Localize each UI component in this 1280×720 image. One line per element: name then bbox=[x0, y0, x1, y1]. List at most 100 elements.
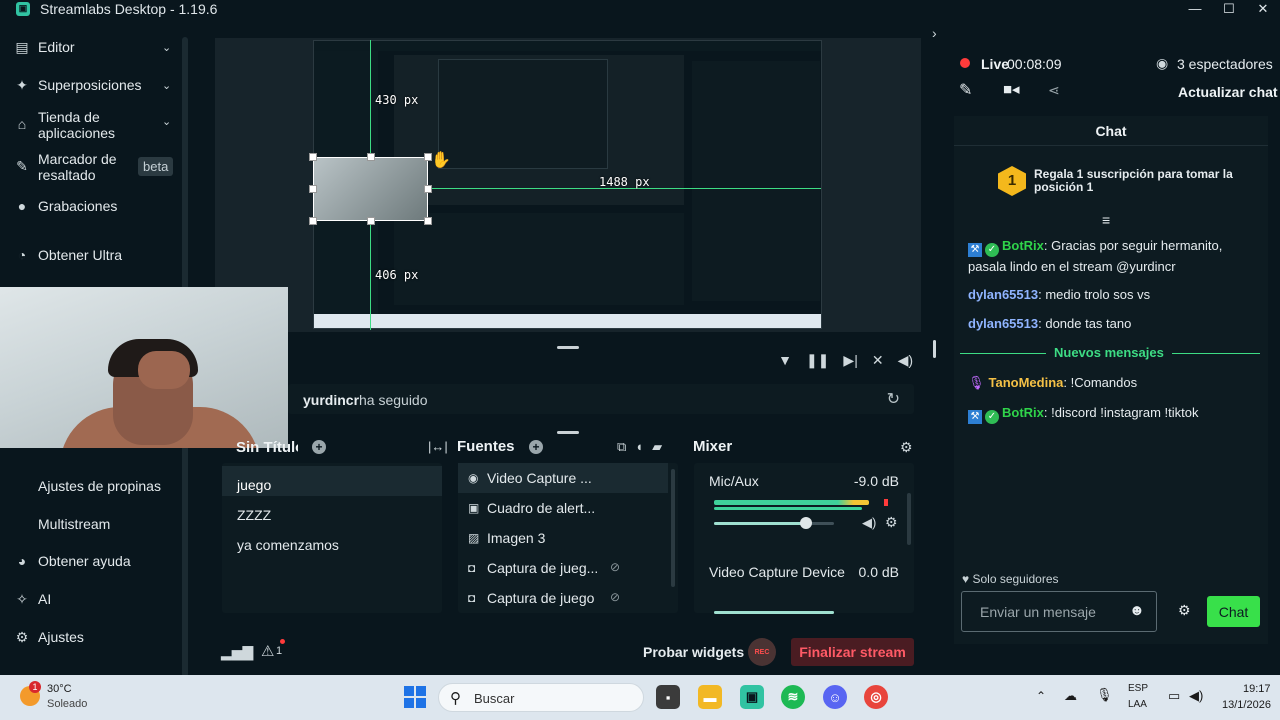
folder-icon[interactable]: ▰ bbox=[652, 439, 662, 455]
weather-temp[interactable]: 30°C bbox=[47, 683, 72, 695]
clock-time[interactable]: 19:17 bbox=[1243, 683, 1271, 695]
network-icon[interactable]: ▭ bbox=[1168, 688, 1180, 704]
discord-icon[interactable]: ☺ bbox=[823, 685, 847, 709]
chevron-up-icon[interactable]: ⌃ bbox=[1036, 689, 1046, 703]
mixer-scrollbar[interactable] bbox=[907, 493, 911, 545]
resize-handle[interactable] bbox=[309, 153, 317, 161]
alert-icon[interactable]: ⚠ bbox=[261, 642, 274, 660]
volume-slider-knob[interactable] bbox=[800, 517, 812, 529]
scene-transitions-icon[interactable]: |↔| bbox=[428, 439, 448, 454]
keyboard-layout[interactable]: LAA bbox=[1128, 699, 1147, 710]
send-chat-button[interactable]: Chat bbox=[1207, 596, 1260, 627]
source-item[interactable]: ▣ Cuadro de alert... bbox=[458, 493, 668, 523]
audio-sources-icon[interactable]: ◖ bbox=[635, 439, 643, 455]
collapse-icon[interactable]: ≡ bbox=[1102, 212, 1110, 228]
volume-icon[interactable]: ◀) bbox=[862, 515, 876, 531]
end-stream-button[interactable]: Finalizar stream bbox=[791, 638, 914, 666]
resize-handle[interactable] bbox=[309, 185, 317, 193]
channel-settings-icon[interactable]: ⚙ bbox=[885, 514, 898, 531]
windows-start-icon[interactable] bbox=[404, 686, 426, 708]
scene-item[interactable]: ZZZZ bbox=[222, 496, 442, 526]
pause-icon[interactable]: ❚❚ bbox=[806, 352, 829, 369]
add-scene-button[interactable]: + bbox=[312, 440, 326, 454]
sidebar-item-tips[interactable]: Ajustes de propinas bbox=[0, 477, 182, 495]
file-explorer-icon[interactable]: ▬ bbox=[698, 685, 722, 709]
source-item[interactable]: ◘ Captura de jueg... ⊘ bbox=[458, 553, 668, 583]
mute-alerts-icon[interactable]: ✕ bbox=[872, 352, 884, 369]
camera-record-icon[interactable]: ■◂ bbox=[1003, 80, 1020, 98]
chevron-down-icon[interactable]: ⌄ bbox=[162, 115, 171, 128]
refresh-icon[interactable]: ↻ bbox=[887, 389, 900, 409]
spotify-icon[interactable]: ≋ bbox=[781, 685, 805, 709]
speaker-icon[interactable]: ◀) bbox=[1189, 688, 1203, 704]
weather-desc[interactable]: Soleado bbox=[47, 698, 87, 710]
eye-slash-icon[interactable]: ⊘ bbox=[610, 560, 620, 574]
resize-handle[interactable] bbox=[309, 217, 317, 225]
source-item[interactable]: ◉ Video Capture ... bbox=[458, 463, 668, 493]
refresh-chat-button[interactable]: Actualizar chat bbox=[1178, 84, 1278, 100]
rec-button[interactable]: REC bbox=[748, 638, 776, 666]
scene-item[interactable]: juego bbox=[222, 466, 442, 496]
sidebar-item-highlighter[interactable]: ✎ Marcador de resaltado beta bbox=[0, 150, 182, 184]
chevron-down-icon[interactable]: ⌄ bbox=[162, 41, 171, 54]
scene-item[interactable]: ya comenzamos bbox=[222, 526, 442, 556]
minimize-button[interactable]: — bbox=[1178, 0, 1212, 17]
chat-username[interactable]: BotRix bbox=[1002, 238, 1044, 253]
chat-settings-icon[interactable]: ⚙ bbox=[1178, 602, 1191, 619]
cloud-icon[interactable]: ☁ bbox=[1064, 688, 1077, 704]
title-bar: ▣ Streamlabs Desktop - 1.19.6 — ☐ ✕ bbox=[0, 0, 1280, 17]
share-icon[interactable]: ⋖ bbox=[1048, 82, 1060, 99]
sidebar-item-settings[interactable]: ⚙ Ajustes bbox=[0, 628, 182, 646]
panel-resize-handle[interactable] bbox=[933, 340, 936, 358]
source-item[interactable]: ◘ Captura de juego ⊘ bbox=[458, 583, 668, 613]
selected-source-box[interactable] bbox=[313, 157, 428, 221]
task-view-icon[interactable]: ▪ bbox=[656, 685, 680, 709]
resize-handle[interactable] bbox=[424, 217, 432, 225]
add-source-button[interactable]: + bbox=[529, 440, 543, 454]
sidebar-item-label: Multistream bbox=[38, 516, 111, 532]
volume-icon[interactable]: ◀) bbox=[898, 352, 913, 369]
chat-username[interactable]: TanoMedina bbox=[989, 375, 1064, 390]
event-user[interactable]: yurdincr bbox=[303, 392, 359, 408]
sidebar-item-editor[interactable]: ▤ Editor ⌄ bbox=[0, 38, 182, 56]
sidebar-item-multistream[interactable]: Multistream bbox=[0, 515, 182, 533]
mic-badge-icon: 🎙 bbox=[968, 375, 985, 390]
resize-handle[interactable] bbox=[367, 217, 375, 225]
mod-badge-icon: ⚒ bbox=[968, 410, 982, 424]
chat-username[interactable]: BotRix bbox=[1002, 405, 1044, 420]
chat-input[interactable]: Enviar un mensaje ☻ bbox=[961, 591, 1157, 632]
chevron-right-icon[interactable]: › bbox=[932, 25, 937, 41]
skip-icon[interactable]: ▶| bbox=[843, 352, 857, 369]
emoji-icon[interactable]: ☻ bbox=[1129, 602, 1145, 619]
sidebar-item-ai[interactable]: ✧ AI bbox=[0, 590, 182, 608]
sidebar-item-store[interactable]: ⌂ Tienda de aplicaciones ⌄ bbox=[0, 108, 182, 142]
streamlabs-taskbar-icon[interactable]: ▣ bbox=[740, 685, 764, 709]
resize-divider[interactable] bbox=[557, 431, 579, 434]
sidebar-item-recordings[interactable]: ● Grabaciones bbox=[0, 197, 182, 215]
maximize-button[interactable]: ☐ bbox=[1212, 0, 1246, 17]
taskbar-search[interactable]: ⚲ Buscar bbox=[438, 683, 644, 712]
clock-date[interactable]: 13/1/2026 bbox=[1222, 699, 1271, 711]
stats-icon[interactable]: ▂▅▇ bbox=[221, 644, 253, 661]
source-group-icon[interactable]: ⧉ bbox=[617, 439, 626, 455]
filter-icon[interactable]: ▼ bbox=[778, 352, 792, 369]
microphone-icon[interactable]: 🎙 bbox=[1096, 687, 1113, 703]
chrome-icon[interactable]: ◎ bbox=[864, 685, 888, 709]
chat-username[interactable]: dylan65513 bbox=[968, 316, 1038, 331]
weather-badge: 1 bbox=[29, 681, 41, 693]
mixer-settings-icon[interactable]: ⚙ bbox=[900, 439, 913, 456]
language-code[interactable]: ESP bbox=[1128, 683, 1148, 694]
chevron-down-icon[interactable]: ⌄ bbox=[162, 79, 171, 92]
sidebar-item-help[interactable]: ◕ Obtener ayuda bbox=[0, 552, 182, 570]
eye-slash-icon[interactable]: ⊘ bbox=[610, 590, 620, 604]
sidebar-item-ultra[interactable]: ◔ Obtener Ultra bbox=[0, 246, 182, 264]
test-widgets-button[interactable]: Probar widgets bbox=[643, 644, 744, 660]
chat-username[interactable]: dylan65513 bbox=[968, 287, 1038, 302]
close-button[interactable]: ✕ bbox=[1246, 0, 1280, 17]
resize-handle[interactable] bbox=[424, 185, 432, 193]
edit-stream-icon[interactable]: ✎ bbox=[959, 80, 972, 100]
source-item[interactable]: ▨ Imagen 3 bbox=[458, 523, 668, 553]
resize-handle[interactable] bbox=[367, 153, 375, 161]
sidebar-item-overlays[interactable]: ✦ Superposiciones ⌄ bbox=[0, 76, 182, 94]
sources-scrollbar[interactable] bbox=[671, 469, 675, 587]
